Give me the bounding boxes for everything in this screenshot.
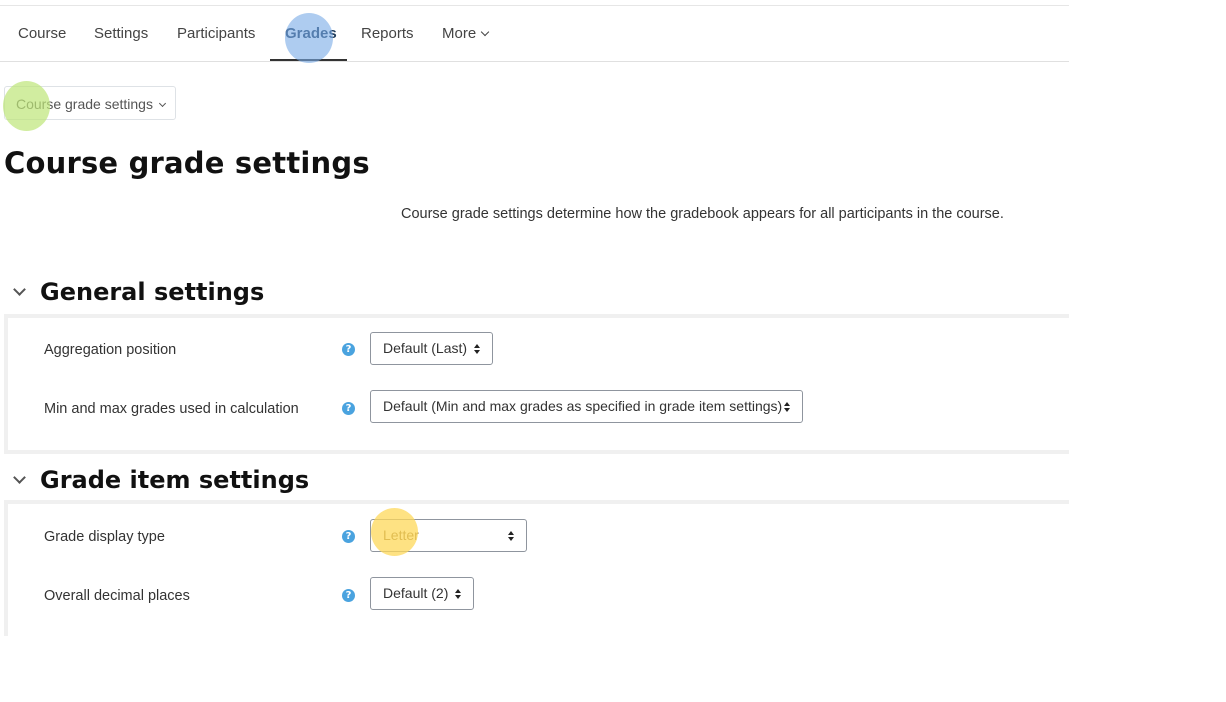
- help-icon[interactable]: ?: [342, 343, 355, 356]
- collapse-chevron-icon: [13, 471, 26, 484]
- grade-item-settings-panel: [4, 500, 1069, 636]
- active-tab-indicator: [270, 59, 347, 61]
- general-settings-panel: [4, 314, 1069, 454]
- select-arrows-icon: [508, 531, 515, 541]
- help-icon[interactable]: ?: [342, 589, 355, 602]
- chevron-down-icon: [480, 27, 490, 37]
- field-label: Grade display type: [44, 529, 165, 545]
- grade-display-type-select[interactable]: Letter: [370, 519, 527, 552]
- grade-page-selector[interactable]: Course grade settings: [4, 86, 176, 120]
- section-title: Grade item settings: [40, 466, 310, 494]
- nav-more-label: More: [442, 25, 477, 42]
- field-label: Overall decimal places: [44, 588, 190, 604]
- nav-settings[interactable]: Settings: [94, 6, 148, 61]
- section-title: General settings: [40, 278, 265, 306]
- overall-decimal-places-select[interactable]: Default (2): [370, 577, 474, 610]
- collapse-chevron-icon: [13, 283, 26, 296]
- select-arrows-icon: [784, 402, 791, 412]
- select-arrows-icon: [474, 344, 481, 354]
- nav-course[interactable]: Course: [18, 6, 66, 61]
- nav-more[interactable]: More: [442, 6, 490, 61]
- page-description: Course grade settings determine how the …: [401, 206, 1004, 222]
- field-label: Min and max grades used in calculation: [44, 401, 299, 417]
- nav-grades[interactable]: Grades: [285, 6, 337, 61]
- page: Course Settings Participants Grades Repo…: [0, 0, 1226, 702]
- chevron-down-icon: [158, 99, 167, 108]
- page-title: Course grade settings: [4, 146, 370, 180]
- help-icon[interactable]: ?: [342, 402, 355, 415]
- nav-reports[interactable]: Reports: [361, 6, 414, 61]
- field-label: Aggregation position: [44, 342, 177, 358]
- select-value: Letter: [383, 527, 419, 543]
- aggregation-position-select[interactable]: Default (Last): [370, 332, 493, 365]
- grade-page-selector-label: Course grade settings: [16, 96, 153, 112]
- nav-participants[interactable]: Participants: [177, 6, 255, 61]
- help-icon[interactable]: ?: [342, 530, 355, 543]
- min-max-grades-select[interactable]: Default (Min and max grades as specified…: [370, 390, 803, 423]
- select-value: Default (2): [383, 585, 449, 601]
- secondary-nav: Course Settings Participants Grades Repo…: [0, 6, 1069, 62]
- select-value: Default (Last): [383, 340, 468, 356]
- select-arrows-icon: [455, 589, 462, 599]
- select-value: Default (Min and max grades as specified…: [383, 398, 783, 414]
